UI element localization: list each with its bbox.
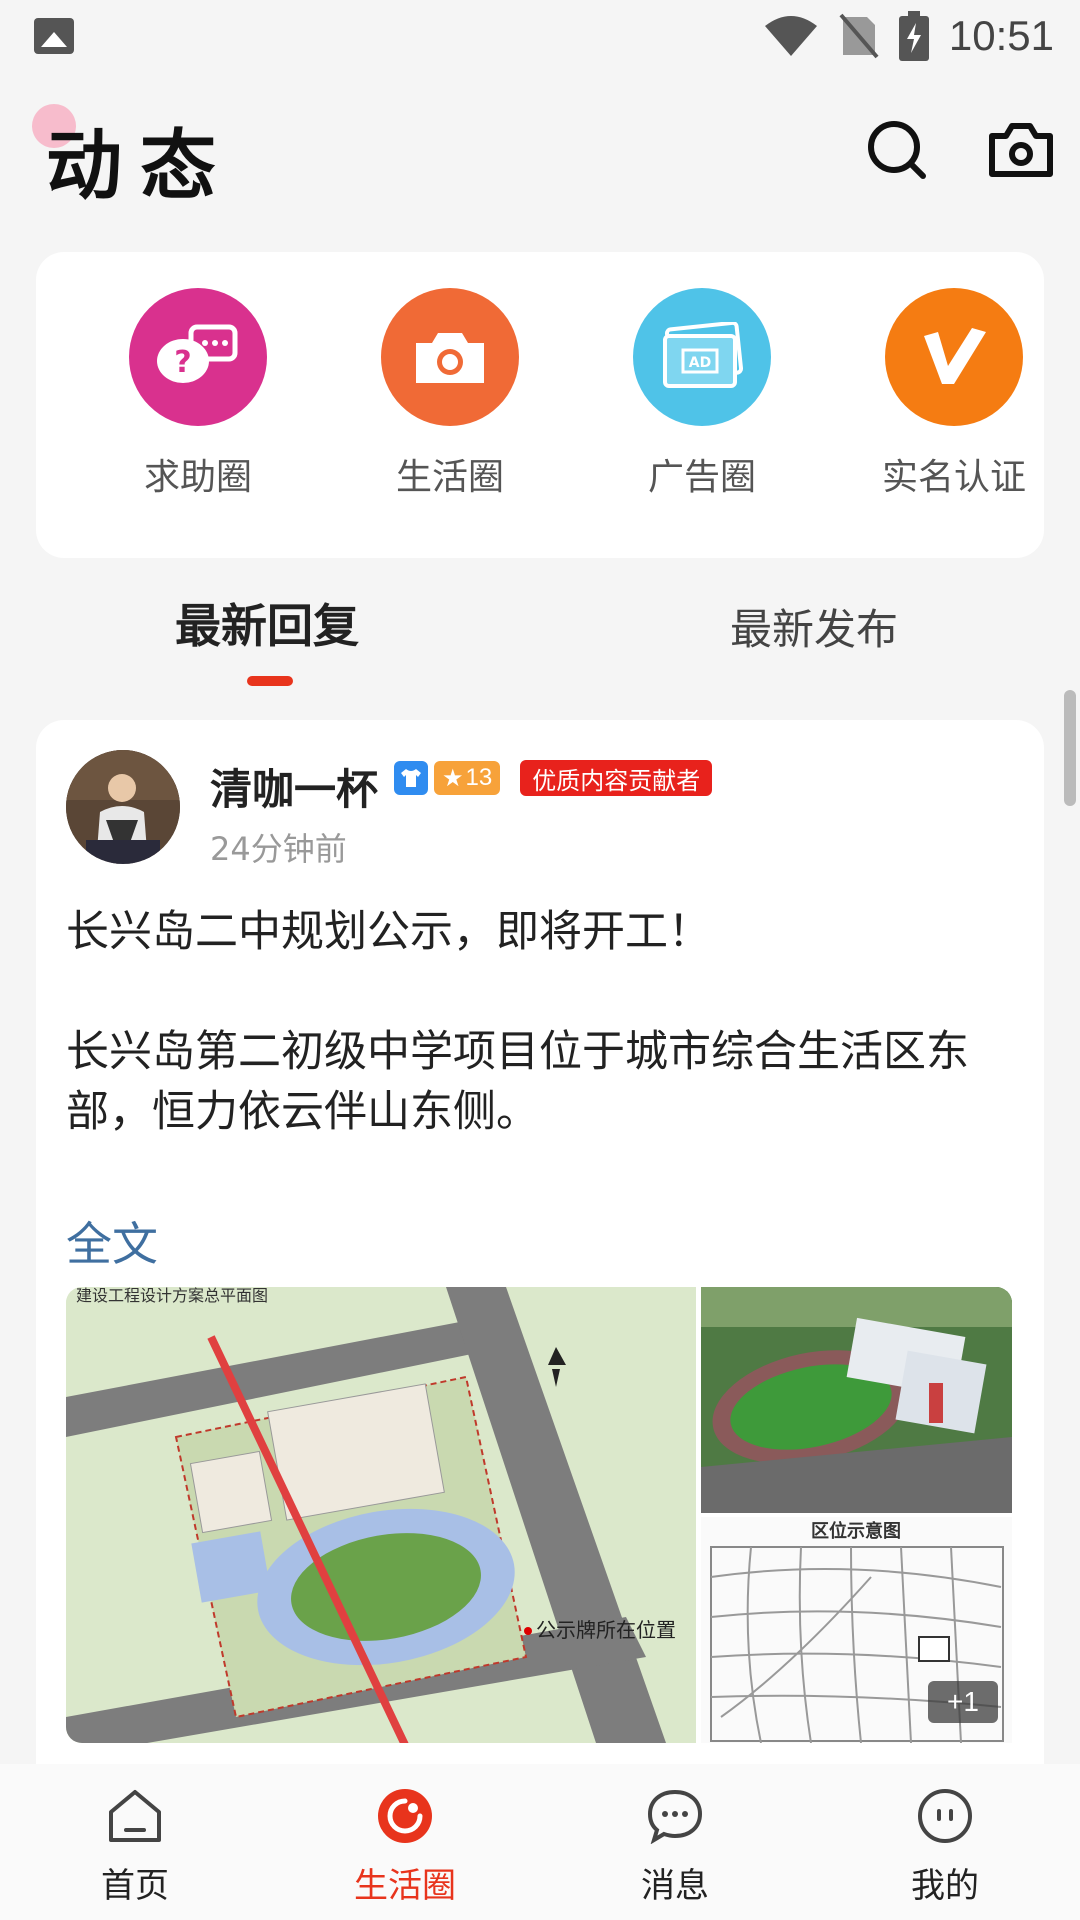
- nav-label: 首页: [101, 1866, 169, 1906]
- level-badge: ★ 13: [434, 761, 501, 795]
- post-time: 24分钟前: [210, 830, 347, 868]
- contributor-badge: 优质内容贡献者: [520, 760, 713, 796]
- status-icons: 10:51: [763, 10, 1054, 62]
- page-title: 动态: [46, 121, 234, 210]
- gallery-notification-icon: [34, 18, 74, 54]
- quick-link-label: 广告圈: [647, 457, 756, 498]
- life-circle-icon: [375, 1786, 435, 1846]
- camera-icon: [989, 123, 1053, 177]
- ad-icon: AD: [633, 288, 771, 426]
- quick-link-label: 生活圈: [395, 457, 504, 498]
- post-body[interactable]: 长兴岛二中规划公示，即将开工！ 长兴岛第二初级中学项目位于城市综合生活区东部，恒…: [66, 902, 1016, 1202]
- svg-text:AD: AD: [689, 355, 711, 371]
- post-image-rendering[interactable]: [701, 1287, 1012, 1513]
- quick-links-card: ? 求助圈 生活圈 AD 广告圈 实名认证: [36, 252, 1044, 558]
- battery-charging-icon: [898, 11, 929, 61]
- nav-label: 消息: [641, 1866, 709, 1906]
- map-caption: 区位示意图: [811, 1520, 901, 1542]
- post-image-site-plan[interactable]: 建设工程设计方案总平面图 公示牌所在位置: [66, 1287, 696, 1743]
- message-icon: [645, 1786, 705, 1846]
- page-header: 动态: [0, 88, 1080, 210]
- home-icon: [105, 1786, 165, 1846]
- fulltext-link[interactable]: 全文: [66, 1208, 158, 1274]
- quick-link-real-name[interactable]: 实名认证: [854, 288, 1054, 528]
- quick-link-life-circle[interactable]: 生活圈: [350, 288, 550, 528]
- site-plan-annotation: 公示牌所在位置: [536, 1618, 676, 1642]
- quick-link-label: 实名认证: [881, 457, 1026, 498]
- feed-tabs: 最新回复 最新发布: [0, 570, 1080, 700]
- shirt-badge-icon: [394, 761, 428, 795]
- search-button[interactable]: [852, 110, 942, 190]
- profile-icon: [915, 1786, 975, 1846]
- avatar[interactable]: [66, 750, 180, 864]
- more-images-badge[interactable]: +1: [928, 1681, 998, 1723]
- author-badges: ★ 13 优质内容贡献者: [394, 760, 713, 796]
- post-image-location-map[interactable]: 区位示意图 +1: [701, 1517, 1012, 1743]
- author-name[interactable]: 清咖一杯: [210, 756, 378, 817]
- nav-label: 我的: [911, 1866, 979, 1906]
- status-bar: 10:51: [0, 0, 1080, 72]
- level-value: 13: [465, 764, 493, 791]
- tab-indicator: [247, 676, 293, 686]
- quick-link-help-circle[interactable]: ? 求助圈: [98, 288, 298, 528]
- site-plan-caption: 建设工程设计方案总平面图: [76, 1287, 268, 1305]
- nav-profile[interactable]: 我的: [855, 1776, 1035, 1916]
- nav-label: 生活圈: [354, 1866, 456, 1906]
- nav-messages[interactable]: 消息: [585, 1776, 765, 1916]
- quick-link-ad-circle[interactable]: AD 广告圈: [602, 288, 802, 528]
- wifi-icon: [764, 16, 817, 56]
- tab-latest-post[interactable]: 最新发布: [730, 596, 898, 657]
- post-paragraph: 长兴岛第二初级中学项目位于城市综合生活区东部，恒力依云伴山东侧。: [66, 1027, 969, 1137]
- scrollbar[interactable]: [1064, 690, 1076, 806]
- post-paragraph: 长兴岛二中规划公示，即将开工！: [66, 907, 711, 957]
- star-icon: ★: [442, 764, 464, 792]
- camera-icon: [381, 288, 519, 426]
- verified-v-icon: [885, 288, 1023, 426]
- search-icon: [868, 121, 926, 179]
- nav-life-circle[interactable]: 生活圈: [315, 1776, 495, 1916]
- status-time: 10:51: [948, 12, 1054, 59]
- tab-latest-reply[interactable]: 最新回复: [175, 590, 359, 656]
- post-card[interactable]: 清咖一杯 ★ 13 优质内容贡献者 24分钟前 长兴岛二中规划公示，即将开工！ …: [36, 720, 1044, 1820]
- bottom-nav: 首页 生活圈 消息 我的: [0, 1764, 1080, 1920]
- no-sim-icon: [839, 13, 879, 59]
- help-chat-icon: ?: [129, 288, 267, 426]
- svg-text:?: ?: [174, 345, 191, 380]
- nav-home[interactable]: 首页: [45, 1776, 225, 1916]
- camera-button[interactable]: [976, 110, 1066, 190]
- quick-link-label: 求助圈: [143, 457, 252, 498]
